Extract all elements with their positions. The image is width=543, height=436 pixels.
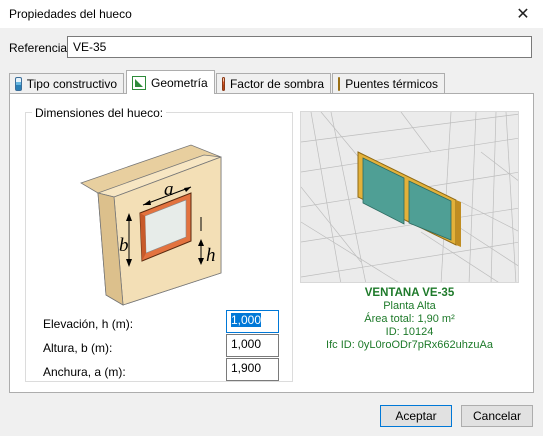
window-title: Propiedades del hueco <box>9 7 132 21</box>
dimension-b-label: b <box>119 235 129 256</box>
title-bar: Propiedades del hueco ✕ <box>0 0 543 28</box>
dimension-a-label: a <box>164 179 174 200</box>
element-area: Área total: 1,90 m² <box>364 313 455 325</box>
altura-label: Altura, b (m): <box>43 341 113 355</box>
element-ifc-id: Ifc ID: 0yL0roODr7pRx662uhzuAa <box>326 339 493 351</box>
tab-label: Tipo constructivo <box>26 76 117 91</box>
window-dimensions-diagram: a b h <box>80 144 222 306</box>
dimension-h-label: h <box>206 245 216 266</box>
thermal-bridge-icon <box>338 76 341 91</box>
referencia-input[interactable] <box>67 36 532 58</box>
referencia-label: Referencia: <box>9 41 71 55</box>
anchura-value: 1,900 <box>231 361 262 375</box>
3d-preview[interactable] <box>300 111 519 283</box>
tab-label: Geometría <box>151 75 208 90</box>
geometria-panel: Dimensiones del hueco: a b h Elevación, … <box>9 93 534 393</box>
group-title: Dimensiones del hueco: <box>32 106 167 120</box>
elevacion-input[interactable]: 1,000 <box>226 310 279 333</box>
geometry-icon <box>132 75 146 90</box>
3d-wireframe-view <box>301 112 518 282</box>
window-pane-left <box>362 157 405 225</box>
elevacion-value: 1,000 <box>231 313 262 327</box>
elevacion-label: Elevación, h (m): <box>43 317 134 331</box>
tab-label: Puentes térmicos <box>345 76 438 91</box>
element-info: VENTANA VE-35 Planta Alta Área total: 1,… <box>300 287 519 352</box>
tab-tipo-constructivo[interactable]: Tipo constructivo <box>9 73 124 93</box>
tab-geometria[interactable]: Geometría <box>126 70 215 94</box>
anchura-label: Anchura, a (m): <box>43 365 126 379</box>
tab-label: Factor de sombra <box>229 76 324 91</box>
altura-value: 1,000 <box>231 337 262 351</box>
tab-puentes-termicos[interactable]: Puentes térmicos <box>332 73 445 93</box>
shade-factor-icon <box>222 76 225 91</box>
anchura-input[interactable]: 1,900 <box>226 358 279 381</box>
construction-type-icon <box>15 76 22 91</box>
window-sill <box>456 200 461 247</box>
element-name: VENTANA VE-35 <box>364 287 455 299</box>
close-button[interactable]: ✕ <box>503 0 543 28</box>
element-id: ID: 10124 <box>385 326 434 338</box>
accept-button[interactable]: Aceptar <box>380 405 452 427</box>
close-icon: ✕ <box>516 6 530 23</box>
cancel-button[interactable]: Cancelar <box>461 405 533 427</box>
element-planta: Planta Alta <box>383 300 436 312</box>
tab-factor-de-sombra[interactable]: Factor de sombra <box>216 73 331 93</box>
altura-input[interactable]: 1,000 <box>226 334 279 357</box>
dimensiones-group: Dimensiones del hueco: a b h Elevación, … <box>25 106 293 382</box>
